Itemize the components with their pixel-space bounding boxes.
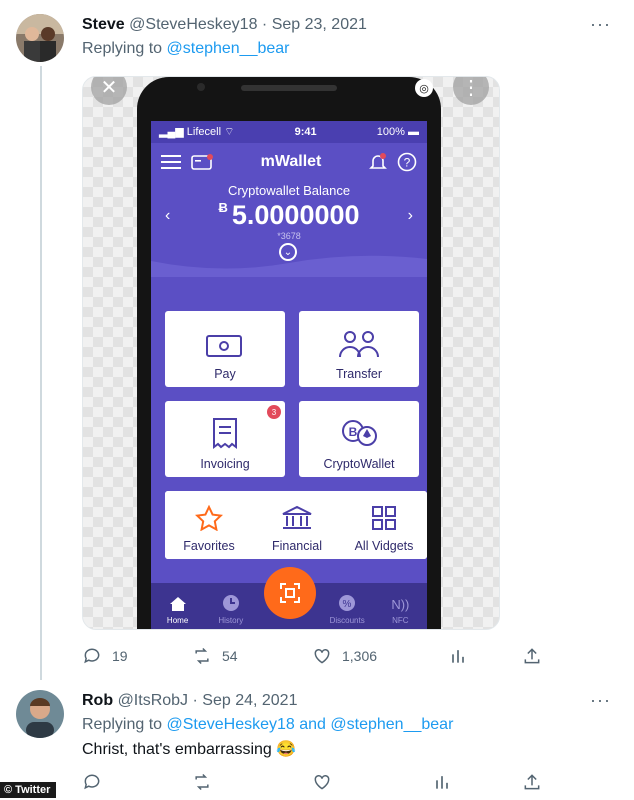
help-icon[interactable]: ? [397, 152, 417, 172]
twitter-watermark: © Twitter [0, 782, 57, 798]
share-icon [524, 648, 540, 664]
clock-icon [222, 595, 239, 611]
analytics-button[interactable] [432, 772, 452, 792]
timestamp[interactable]: · Sep 24, 2021 [193, 692, 298, 709]
tab-history[interactable]: History [210, 594, 252, 625]
timestamp[interactable]: · Sep 23, 2021 [262, 16, 367, 33]
chevron-left-icon[interactable]: ‹ [165, 207, 170, 225]
retweet-icon [195, 647, 209, 665]
retweet-button[interactable]: 54 [192, 646, 238, 666]
app-topbar: mWallet ? [151, 143, 427, 181]
tab-nfc[interactable]: N)) NFC [379, 597, 421, 625]
handle[interactable]: @ItsRobJ [118, 692, 188, 709]
battery: 100% ▬ [376, 126, 419, 138]
mention-link[interactable]: @stephen__bear [167, 40, 290, 57]
more-options-button[interactable]: ··· [590, 690, 611, 711]
heart-icon [314, 648, 330, 664]
svg-text:B: B [349, 425, 358, 439]
like-count: 1,306 [342, 648, 378, 664]
status-time: 9:41 [294, 126, 317, 138]
home-icon [169, 597, 186, 611]
nfc-icon: N)) [391, 597, 410, 612]
like-button[interactable] [312, 772, 332, 792]
scan-button[interactable] [264, 567, 316, 619]
tweet2-header: Rob @ItsRobJ · Sep 24, 2021 [82, 692, 297, 710]
phone-speaker [241, 85, 337, 91]
more-icon[interactable]: ⋮ [453, 77, 489, 105]
tweet-media-image[interactable]: ✕ ⋮ ◎ ▂▄▆ Lifecell ⌔ 9:41 100% ▬ mWallet… [82, 76, 500, 630]
svg-text:%: % [343, 599, 352, 610]
status-bar: ▂▄▆ Lifecell ⌔ 9:41 100% ▬ [151, 121, 427, 143]
chevron-right-icon[interactable]: › [408, 207, 413, 225]
invoicing-tile[interactable]: 3 Invoicing [165, 401, 285, 477]
thread-line [40, 66, 42, 680]
scan-icon [280, 583, 300, 603]
display-name[interactable]: Steve [82, 16, 125, 33]
transfer-users-icon [339, 331, 379, 358]
retweet-count: 54 [222, 648, 238, 664]
menu-icon[interactable] [161, 154, 181, 170]
retweet-button[interactable] [192, 772, 212, 792]
close-icon[interactable]: ✕ [91, 77, 127, 105]
replying-to: Replying to @stephen__bear [82, 40, 290, 57]
like-button[interactable]: 1,306 [312, 646, 377, 666]
pay-tile[interactable]: Pay [165, 311, 285, 387]
invoice-icon [213, 418, 237, 449]
replying-to: Replying to @SteveHeskey18 and @stephen_… [82, 716, 454, 733]
share-button[interactable] [522, 646, 542, 666]
analytics-icon [452, 650, 464, 663]
share-icon [524, 774, 540, 790]
header-wave: ⌄ [151, 241, 427, 277]
avatar-rob[interactable] [16, 690, 64, 738]
financial-tile[interactable]: Financial [253, 491, 341, 559]
reply-count: 19 [112, 648, 128, 664]
reply-icon [84, 648, 100, 664]
display-name[interactable]: Rob [82, 692, 113, 709]
account-number: *3678 [277, 231, 301, 241]
star-icon [195, 505, 223, 531]
phone-camera [197, 83, 205, 91]
balance-label: Cryptowallet Balance [227, 183, 351, 198]
invoicing-badge: 3 [267, 405, 281, 419]
balance-amount: Ƀ 5.0000000 [218, 200, 360, 230]
balance-row: ‹ Ƀ 5.0000000 › [151, 200, 427, 231]
svg-text:?: ? [404, 156, 411, 170]
all-vidgets-tile[interactable]: All Vidgets [341, 491, 427, 559]
bank-icon [282, 505, 312, 529]
share-button[interactable] [522, 772, 542, 792]
app-title: mWallet [260, 153, 322, 170]
lens-icon[interactable]: ◎ [415, 79, 433, 97]
cryptowallet-tile[interactable]: B CryptoWallet [299, 401, 419, 477]
widgets-row: Favorites Financial All Vidgets [165, 491, 427, 559]
reply-button[interactable] [82, 772, 102, 792]
app-screen: ▂▄▆ Lifecell ⌔ 9:41 100% ▬ mWallet ? Cry… [151, 121, 427, 629]
cash-icon [206, 335, 242, 357]
analytics-icon [436, 776, 448, 789]
crypto-coins-icon: B [342, 420, 377, 446]
avatar-steve[interactable] [16, 14, 64, 62]
percent-icon: % [339, 595, 356, 611]
mention-link[interactable]: @SteveHeskey18 and @stephen__bear [167, 716, 454, 733]
reply-button[interactable]: 19 [82, 646, 128, 666]
tab-home[interactable]: Home [157, 596, 199, 625]
favorites-tile[interactable]: Favorites [165, 491, 253, 559]
bell-icon[interactable] [369, 152, 387, 172]
wallet-icon[interactable] [191, 154, 213, 170]
tweet2-text: Christ, that's embarrassing 😂 [82, 741, 297, 758]
tab-discounts[interactable]: % Discounts [326, 594, 368, 625]
grid-icon [372, 506, 396, 530]
chevron-down-icon[interactable]: ⌄ [279, 243, 297, 261]
tweet1-header: Steve @SteveHeskey18 · Sep 23, 2021 [82, 16, 367, 34]
retweet-icon [195, 773, 209, 791]
handle[interactable]: @SteveHeskey18 [129, 16, 257, 33]
more-options-button[interactable]: ··· [590, 14, 611, 35]
heart-icon [314, 774, 330, 790]
transfer-tile[interactable]: Transfer [299, 311, 419, 387]
carrier: ▂▄▆ Lifecell ⌔ [159, 126, 235, 138]
analytics-button[interactable] [448, 646, 468, 666]
reply-icon [84, 774, 100, 790]
